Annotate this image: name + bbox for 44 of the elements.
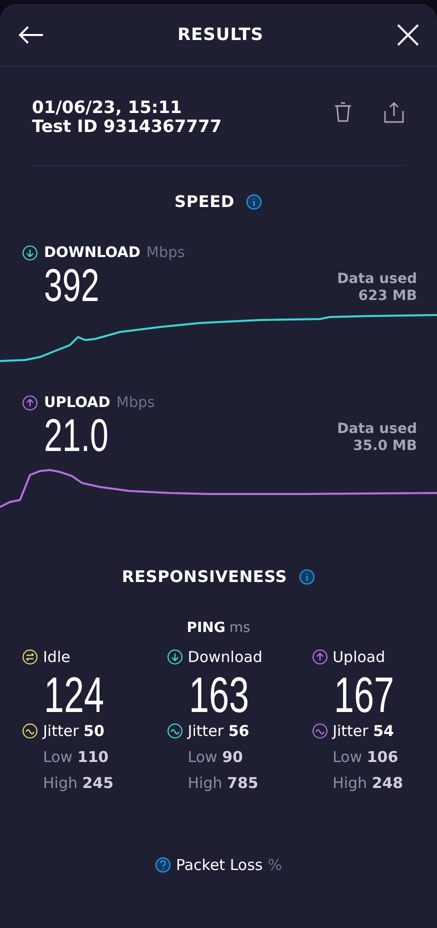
- metric-label: DOWNLOAD: [44, 245, 140, 261]
- jitter-icon: [312, 723, 328, 739]
- jitter-text: Jitter 54: [332, 722, 394, 740]
- info-icon[interactable]: [246, 194, 262, 210]
- jitter-icon: [166, 723, 183, 739]
- ping-value: 163: [188, 668, 249, 722]
- test-date: 01/06/23, 15:11: [32, 99, 183, 118]
- data-used-value: 35.0 MB: [352, 438, 417, 455]
- ping-value: 167: [334, 668, 394, 722]
- share-icon[interactable]: [383, 101, 405, 123]
- speed-value: 21.0: [44, 411, 108, 459]
- jitter-icon: [22, 723, 38, 739]
- metric-label: UPLOAD: [44, 395, 110, 411]
- ping-value: 124: [44, 668, 104, 722]
- info-icon[interactable]: [299, 568, 316, 584]
- high-text: High 785: [188, 774, 260, 792]
- section-title: SPEED: [174, 192, 234, 211]
- ping-phase-label: Idle: [43, 648, 70, 666]
- test-id: Test ID 9314367777: [32, 118, 222, 137]
- unit-label: %: [268, 856, 282, 874]
- unit-label: ms: [229, 620, 250, 636]
- low-text: Low 90: [188, 748, 244, 766]
- high-text: High 248: [332, 774, 404, 792]
- data-used-label: Data used: [337, 271, 417, 288]
- back-icon[interactable]: [18, 25, 44, 45]
- jitter-text: Jitter 56: [188, 722, 250, 740]
- low-text: Low 110: [43, 748, 110, 766]
- help-icon[interactable]: [154, 857, 171, 873]
- unit-label: Mbps: [146, 245, 185, 261]
- unit-label: Mbps: [116, 395, 155, 411]
- low-text: Low 106: [332, 748, 400, 766]
- data-used-value: 623 MB: [357, 288, 417, 305]
- ping-phase-label: Upload: [332, 648, 386, 666]
- ping-phase-label: Download: [188, 648, 262, 666]
- close-icon[interactable]: [396, 24, 419, 46]
- trash-icon[interactable]: [333, 101, 353, 123]
- packet-loss-label: Packet Loss: [176, 856, 263, 874]
- jitter-text: Jitter 50: [43, 722, 104, 740]
- screen-title: RESULTS: [177, 25, 264, 45]
- high-text: High 245: [43, 774, 115, 792]
- data-used-label: Data used: [337, 421, 417, 438]
- section-title: RESPONSIVENESS: [122, 567, 288, 586]
- ping-label: PING: [186, 620, 226, 636]
- speed-value: 392: [44, 261, 100, 309]
